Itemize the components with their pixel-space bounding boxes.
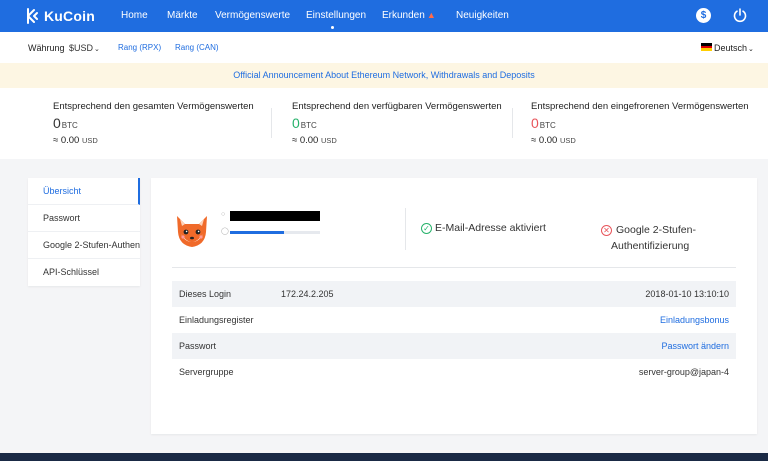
balance-total-unit: BTC bbox=[61, 121, 78, 130]
announcement-banner: Official Announcement About Ethereum Net… bbox=[0, 63, 768, 88]
nav-explore-label: Erkunden bbox=[382, 10, 425, 21]
balance-available-unit: BTC bbox=[300, 121, 317, 130]
google-status-line2: Authentifizierung bbox=[611, 240, 690, 252]
balance-frozen-unit: BTC bbox=[539, 121, 556, 130]
detail-row-invitation: Einladungsregister Einladungsbonus bbox=[172, 307, 736, 333]
security-level-bar bbox=[230, 231, 320, 234]
balance-total-amount: 0BTC bbox=[53, 115, 78, 133]
balance-frozen-value: 0 bbox=[531, 115, 539, 131]
flame-icon: ▲ bbox=[426, 10, 436, 20]
user-icon: ○ bbox=[221, 211, 226, 218]
rank-can-link[interactable]: Rang (CAN) bbox=[175, 43, 219, 52]
divider bbox=[512, 108, 513, 138]
sidebar-item-password[interactable]: Passwort bbox=[28, 205, 140, 232]
detail-label: Passwort bbox=[179, 341, 217, 351]
sub-toolbar: Währung $USD⌄ Rang (RPX) Rang (CAN) Deut… bbox=[0, 32, 768, 63]
currency-value: $USD bbox=[69, 43, 94, 53]
shield-icon: ◯ bbox=[221, 228, 229, 235]
server-group-value: server-group@japan-4 bbox=[638, 367, 729, 377]
x-circle-icon: ✕ bbox=[601, 225, 612, 236]
nav-assets[interactable]: Vermögenswerte bbox=[215, 0, 290, 32]
google-2fa-status[interactable]: ✕ Google 2-Stufen- Authentifizierung bbox=[601, 222, 741, 254]
detail-label: Dieses Login bbox=[179, 289, 232, 299]
divider bbox=[271, 108, 272, 138]
balance-available-usd-value: ≈ 0.00 bbox=[292, 135, 319, 146]
balance-available-amount: 0BTC bbox=[292, 115, 317, 133]
balance-total-usd-unit: USD bbox=[81, 136, 98, 145]
login-ip: 172.24.2.205 bbox=[281, 289, 334, 299]
login-time: 2018-01-10 13:10:10 bbox=[645, 289, 729, 299]
balance-total-usd: ≈ 0.00 USD bbox=[53, 135, 98, 146]
brand-name: KuCoin bbox=[44, 8, 95, 24]
detail-row-server-group: Servergruppe server-group@japan-4 bbox=[172, 359, 736, 385]
balance-frozen-title: Entsprechend den eingefrorenen Vermögens… bbox=[531, 101, 749, 112]
divider bbox=[172, 267, 736, 268]
chevron-down-icon: ⌄ bbox=[94, 46, 100, 53]
nav-settings[interactable]: Einstellungen bbox=[306, 0, 366, 32]
kucoin-logo-icon bbox=[27, 8, 38, 24]
balance-frozen-amount: 0BTC bbox=[531, 115, 556, 133]
balance-available-value: 0 bbox=[292, 115, 300, 131]
balance-available-usd-unit: USD bbox=[320, 136, 337, 145]
change-password-link[interactable]: Passwort ändern bbox=[661, 341, 729, 351]
announcement-link[interactable]: Official Announcement About Ethereum Net… bbox=[233, 70, 535, 80]
sidebar-item-api-keys[interactable]: API-Schlüssel bbox=[28, 259, 140, 286]
detail-row-login: Dieses Login 172.24.2.205 2018-01-10 13:… bbox=[172, 281, 736, 307]
chevron-down-icon: ⌄ bbox=[748, 46, 754, 53]
redacted-username bbox=[230, 211, 320, 221]
balance-frozen-usd-unit: USD bbox=[559, 136, 576, 145]
account-overview-card: ○ ◯ ✓ E-Mail-Adresse aktiviert ✕ Google 2-… bbox=[151, 178, 757, 434]
language-selector[interactable]: Deutsch⌄ bbox=[714, 43, 754, 53]
nav-home[interactable]: Home bbox=[121, 0, 148, 32]
dollar-icon[interactable]: $ bbox=[696, 8, 711, 23]
language-value: Deutsch bbox=[714, 43, 748, 53]
kucoin-logo[interactable]: KuCoin bbox=[27, 6, 95, 26]
detail-row-password: Passwort Passwort ändern bbox=[172, 333, 736, 359]
balance-frozen-usd-value: ≈ 0.00 bbox=[531, 135, 558, 146]
email-status: ✓ E-Mail-Adresse aktiviert bbox=[421, 222, 546, 234]
security-level-fill bbox=[230, 231, 284, 234]
nav-markets[interactable]: Märkte bbox=[167, 0, 198, 32]
nav-active-indicator bbox=[331, 26, 334, 29]
detail-label: Servergruppe bbox=[179, 367, 234, 377]
top-navigation-bar: KuCoin Home Märkte Vermögenswerte Einste… bbox=[0, 0, 768, 32]
settings-sidebar: Übersicht Passwort Google 2-Stufen-Authe… bbox=[28, 178, 140, 286]
invitation-bonus-link[interactable]: Einladungsbonus bbox=[660, 315, 729, 325]
currency-selector[interactable]: $USD⌄ bbox=[69, 43, 100, 53]
sidebar-item-overview[interactable]: Übersicht bbox=[28, 178, 140, 205]
fox-avatar-icon bbox=[177, 216, 207, 247]
email-status-text: E-Mail-Adresse aktiviert bbox=[435, 222, 546, 234]
balance-available-title: Entsprechend den verfügbaren Vermögenswe… bbox=[292, 101, 502, 112]
balance-frozen-usd: ≈ 0.00 USD bbox=[531, 135, 576, 146]
footer-bar bbox=[0, 453, 768, 461]
google-status-line1: Google 2-Stufen- bbox=[616, 224, 696, 236]
nav-news[interactable]: Neuigkeiten bbox=[456, 0, 509, 32]
currency-label: Währung bbox=[28, 43, 65, 53]
balance-total-title: Entsprechend den gesamten Vermögenswerte… bbox=[53, 101, 254, 112]
balance-available-usd: ≈ 0.00 USD bbox=[292, 135, 337, 146]
nav-explore[interactable]: Erkunden ▲ bbox=[382, 0, 436, 32]
sidebar-item-google-2fa[interactable]: Google 2-Stufen-Authentifizierung bbox=[28, 232, 140, 259]
check-circle-icon: ✓ bbox=[421, 223, 432, 234]
divider bbox=[405, 208, 406, 250]
power-icon[interactable] bbox=[732, 7, 748, 23]
balance-total-usd-value: ≈ 0.00 bbox=[53, 135, 80, 146]
detail-label: Einladungsregister bbox=[179, 315, 254, 325]
balance-summary: Entsprechend den gesamten Vermögenswerte… bbox=[0, 88, 768, 159]
balance-total-value: 0 bbox=[53, 115, 61, 131]
german-flag-icon bbox=[701, 43, 712, 51]
rank-rpx-link[interactable]: Rang (RPX) bbox=[118, 43, 161, 52]
